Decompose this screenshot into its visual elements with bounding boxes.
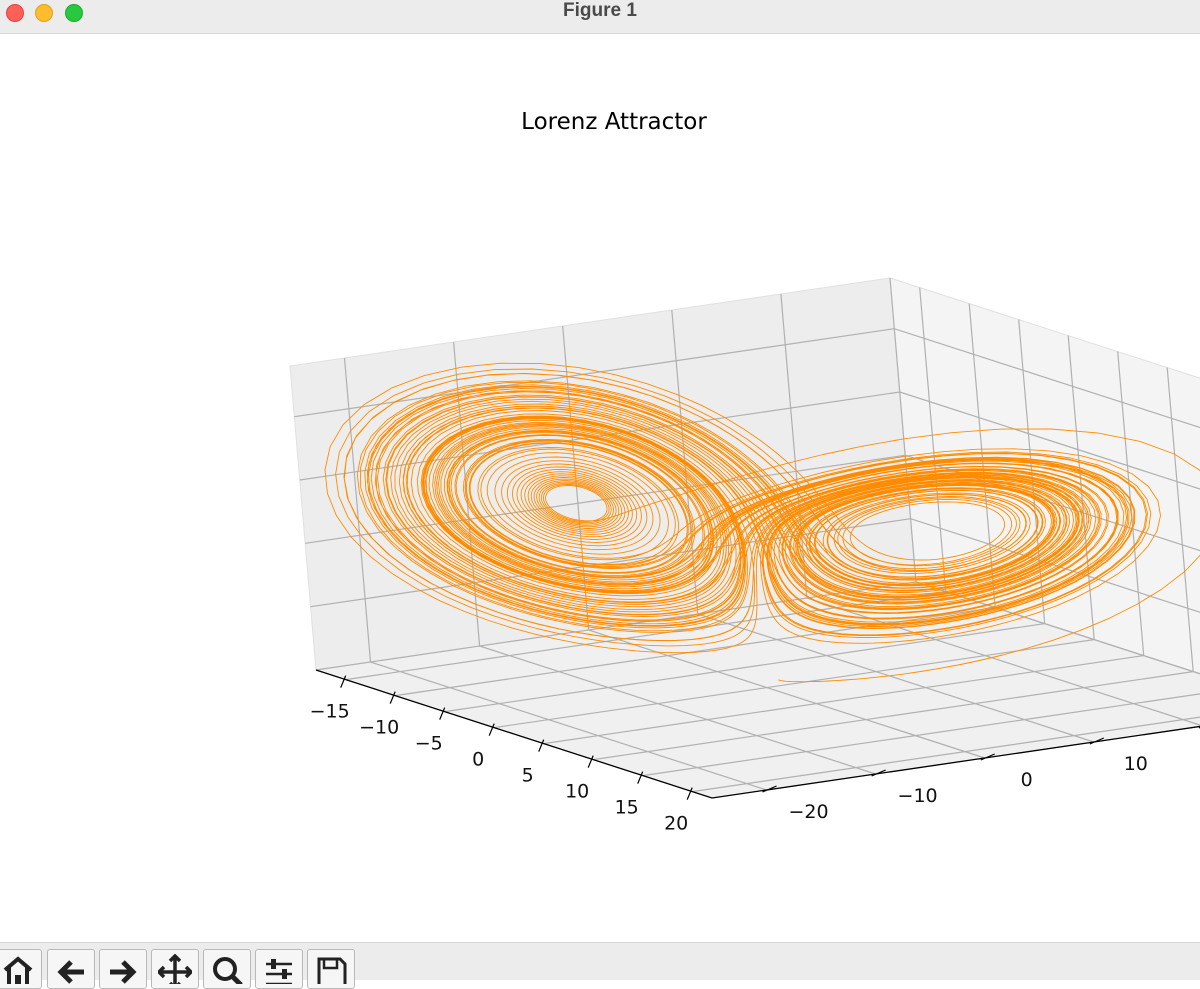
forward-button[interactable] xyxy=(99,949,147,989)
x-tick-label: 5 xyxy=(522,765,534,787)
y-tick-label: 10 xyxy=(1124,753,1148,775)
back-button[interactable] xyxy=(47,949,95,989)
window-title: Figure 1 xyxy=(563,0,637,21)
configure-subplots-button[interactable] xyxy=(255,949,303,989)
x-tick-label: −5 xyxy=(415,733,443,755)
chart-title: Lorenz Attractor xyxy=(521,109,707,135)
pan-button[interactable] xyxy=(151,949,199,989)
plot-3d[interactable]: Lorenz Attractor −15 −10 −5 0 5 10 15 20 −20 −10 0… xyxy=(0,34,1200,942)
y-tick-label: −10 xyxy=(898,785,938,807)
y-tick-label: −20 xyxy=(788,801,828,823)
zoom-button[interactable] xyxy=(203,949,251,989)
x-tick-label: 10 xyxy=(565,781,589,803)
x-tick-label: 20 xyxy=(664,813,688,835)
x-tick-label: 15 xyxy=(615,797,639,819)
navigation-toolbar xyxy=(0,942,1200,989)
x-tick-label: 0 xyxy=(472,749,484,771)
axes-panes xyxy=(289,277,1200,799)
y-tick-label: 0 xyxy=(1021,769,1033,791)
x-tick-label: −10 xyxy=(359,717,399,739)
x-tick-label: −15 xyxy=(310,701,350,723)
home-button[interactable] xyxy=(0,949,42,989)
window-titlebar: Figure 1 xyxy=(0,0,1200,34)
save-button[interactable] xyxy=(307,949,355,989)
